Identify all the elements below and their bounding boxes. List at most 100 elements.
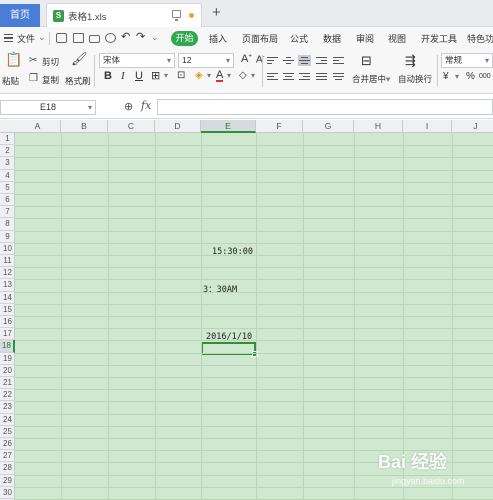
format-painter-button[interactable]: 格式刷 [65,75,91,87]
fill-color-chevron-icon[interactable]: ▾ [207,71,211,80]
tab-page-layout[interactable]: 页面布局 [242,32,278,45]
decrease-font-icon[interactable]: A- [256,54,265,65]
column-header-G[interactable]: G [303,120,354,133]
merge-cells-icon[interactable]: ⊡ [177,70,185,81]
row-header-15[interactable]: 15 [0,304,15,316]
export-pdf-icon[interactable] [73,33,84,43]
justify-icon[interactable] [316,73,327,82]
paste-button[interactable]: 粘贴 [2,75,19,87]
font-size-select[interactable]: 12 [178,53,234,68]
align-top-icon[interactable] [267,57,278,66]
tab-developer[interactable]: 开发工具 [421,32,457,45]
tab-insert[interactable]: 插入 [209,32,227,45]
merge-center-button[interactable]: 合并居中 [352,73,386,85]
increase-font-icon[interactable]: A+ [241,53,252,65]
redo-icon[interactable]: ↷ [136,30,145,43]
formula-input[interactable] [157,99,493,115]
row-header-7[interactable]: 7 [0,206,15,219]
cut-icon[interactable]: ✂ [29,55,37,67]
name-box[interactable]: E18 [0,100,96,115]
column-header-J[interactable]: J [452,120,493,133]
quick-access-chevron-icon[interactable]: ⌄ [151,32,159,43]
distributed-icon[interactable] [333,73,344,82]
font-color-icon[interactable]: A [216,70,224,82]
align-right-icon[interactable] [299,73,310,82]
row-header-20[interactable]: 20 [0,365,15,377]
paste-icon[interactable]: 📋 [5,52,22,66]
row-header-4[interactable]: 4 [0,170,15,182]
row-header-18[interactable]: 18 [0,340,15,353]
clear-format-chevron-icon[interactable]: ▾ [251,71,255,80]
column-header-C[interactable]: C [108,120,155,133]
row-header-26[interactable]: 26 [0,438,15,451]
column-header-H[interactable]: H [354,120,403,133]
indent-decrease-icon[interactable] [316,57,327,66]
wrap-text-icon[interactable]: ⇶ [405,53,416,69]
undo-icon[interactable]: ↶ [121,30,130,43]
column-header-A[interactable]: A [15,120,61,133]
file-menu[interactable]: 文件 [17,32,35,45]
format-painter-icon[interactable]: 🖌 [71,52,88,65]
currency-button[interactable]: ¥ [443,71,449,82]
tab-data[interactable]: 数据 [323,32,341,45]
file-menu-chevron-icon[interactable]: ⌄ [38,32,46,43]
column-header-I[interactable]: I [403,120,452,133]
row-header-8[interactable]: 8 [0,218,15,231]
font-name-select[interactable]: 宋体 [99,53,175,68]
copy-icon[interactable]: ❐ [29,73,38,85]
row-header-13[interactable]: 13 [0,279,15,292]
align-bottom-icon[interactable] [299,57,310,66]
row-header-5[interactable]: 5 [0,182,15,194]
zoom-search-icon[interactable]: ⊕ [124,100,133,113]
clear-format-icon[interactable]: ◇ [239,70,247,81]
number-format-select[interactable]: 常规 [441,53,493,68]
wrap-text-button[interactable]: 自动换行 [398,73,432,85]
row-header-14[interactable]: 14 [0,292,15,304]
indent-increase-icon[interactable] [333,57,344,66]
print-icon[interactable] [89,35,100,43]
italic-button[interactable]: I [121,70,125,82]
column-header-B[interactable]: B [61,120,108,133]
row-header-30[interactable]: 30 [0,487,15,499]
tab-start[interactable]: 开始 [171,31,198,46]
cell-E13[interactable]: 3：30AM [203,283,237,295]
row-header-17[interactable]: 17 [0,328,15,341]
window-restore-icon[interactable] [172,10,181,21]
fx-icon[interactable]: fx [141,99,151,112]
row-header-16[interactable]: 16 [0,316,15,329]
currency-chevron-icon[interactable]: ▾ [455,72,459,81]
align-center-icon[interactable] [283,73,294,82]
row-header-23[interactable]: 23 [0,401,15,414]
row-header-29[interactable]: 29 [0,475,15,487]
row-header-28[interactable]: 28 [0,462,15,475]
column-header-D[interactable]: D [155,120,201,133]
row-header-12[interactable]: 12 [0,267,15,280]
row-header-27[interactable]: 27 [0,450,15,463]
borders-icon[interactable]: ⊞ [151,69,160,82]
font-color-chevron-icon[interactable]: ▾ [227,71,231,80]
save-icon[interactable] [56,33,67,43]
home-tab[interactable]: 首页 [0,4,40,27]
row-header-9[interactable]: 9 [0,231,15,243]
print-preview-icon[interactable] [105,33,116,43]
tab-formulas[interactable]: 公式 [290,32,308,45]
merge-center-chevron-icon[interactable]: ▾ [386,74,390,85]
copy-button[interactable]: 复制 [42,74,59,86]
row-header-19[interactable]: 19 [0,353,15,365]
row-header-3[interactable]: 3 [0,157,15,170]
row-header-22[interactable]: 22 [0,389,15,402]
tab-features[interactable]: 特色功 [467,32,493,45]
row-header-24[interactable]: 24 [0,414,15,426]
row-header-1[interactable]: 1 [0,133,15,146]
thousands-button[interactable]: 000 [479,73,491,80]
file-tab[interactable]: S 表格1.xls [46,3,202,27]
tab-view[interactable]: 视图 [388,32,406,45]
fill-color-icon[interactable]: ◈ [195,70,203,81]
tab-review[interactable]: 审阅 [356,32,374,45]
column-header-F[interactable]: F [256,120,303,133]
merge-center-icon[interactable]: ⊟ [361,53,372,69]
spreadsheet-grid[interactable]: ABCDEFGHIJ 1 2 3 4 5 6 7 8 9 10 11 12 13 14 15 16 17 18 19… [0,120,493,500]
row-header-6[interactable]: 6 [0,194,15,207]
row-header-11[interactable]: 11 [0,255,15,268]
bold-button[interactable]: B [104,70,112,82]
